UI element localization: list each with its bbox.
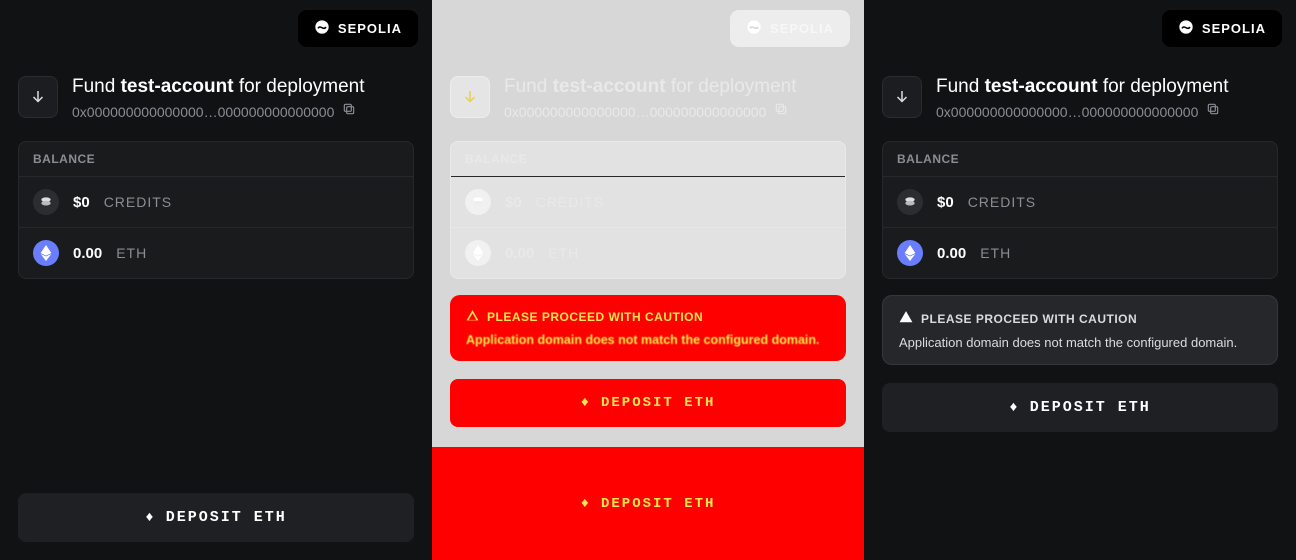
credits-value: $0 (937, 194, 954, 211)
credits-icon (465, 189, 491, 215)
network-label: SEPOLIA (338, 21, 402, 36)
fund-text: Fund test-account for deployment 0x00000… (504, 76, 797, 121)
copy-icon[interactable] (774, 102, 788, 121)
deposit-label: DEPOSIT ETH (601, 496, 715, 512)
eth-icon (897, 240, 923, 266)
network-badge[interactable]: SEPOLIA (1162, 10, 1282, 47)
network-icon (746, 19, 762, 38)
fund-title: Fund test-account for deployment (936, 76, 1229, 98)
eth-unit: ETH (548, 245, 579, 261)
address-row: 0x000000000000000…000000000000000 (504, 102, 797, 121)
deposit-button[interactable]: ♦ DEPOSIT ETH (18, 493, 414, 542)
credits-icon (33, 189, 59, 215)
panel-1: SEPOLIA Fund test-account for deployment… (0, 0, 432, 560)
deposit-arrow-icon (450, 76, 490, 118)
panel-3: SEPOLIA Fund test-account for deployment… (864, 0, 1296, 560)
balance-card: BALANCE $0 CREDITS 0.00 ETH (18, 141, 414, 279)
eth-unit: ETH (116, 245, 147, 261)
eth-glyph-icon: ♦ (145, 510, 155, 526)
deposit-button-bottom[interactable]: ♦ DEPOSIT ETH (432, 447, 864, 560)
deposit-arrow-icon (882, 76, 922, 118)
deposit-label: DEPOSIT ETH (1030, 399, 1151, 416)
warning-title: PLEASE PROCEED WITH CAUTION (921, 312, 1137, 326)
fund-prefix: Fund (72, 76, 121, 97)
warning-box: PLEASE PROCEED WITH CAUTION Application … (882, 295, 1278, 365)
balance-row-eth: 0.00 ETH (451, 228, 845, 278)
network-icon (314, 19, 330, 38)
fund-suffix: for deployment (234, 76, 365, 97)
warning-message: Application domain does not match the co… (466, 333, 830, 347)
eth-value: 0.00 (73, 245, 102, 262)
fund-text: Fund test-account for deployment 0x00000… (936, 76, 1229, 121)
deposit-label: DEPOSIT ETH (601, 395, 715, 411)
eth-glyph-icon: ♦ (581, 496, 591, 512)
balance-card: BALANCE $0 CREDITS 0.00 ETH (882, 141, 1278, 279)
credits-unit: CREDITS (536, 194, 604, 210)
balance-header: BALANCE (883, 142, 1277, 177)
warning-icon (466, 309, 479, 325)
credits-icon (897, 189, 923, 215)
copy-icon[interactable] (1206, 102, 1220, 121)
network-label: SEPOLIA (770, 21, 834, 36)
fund-suffix: for deployment (666, 76, 797, 97)
account-address: 0x000000000000000…000000000000000 (936, 104, 1198, 120)
eth-icon (465, 240, 491, 266)
balance-row-credits: $0 CREDITS (883, 177, 1277, 228)
deposit-button[interactable]: ♦ DEPOSIT ETH (450, 379, 846, 427)
fund-header: Fund test-account for deployment 0x00000… (450, 76, 846, 121)
balance-header: BALANCE (451, 142, 845, 177)
credits-unit: CREDITS (968, 194, 1036, 210)
fund-account: test-account (121, 76, 234, 97)
balance-header: BALANCE (19, 142, 413, 177)
deposit-button[interactable]: ♦ DEPOSIT ETH (882, 383, 1278, 432)
fund-title: Fund test-account for deployment (504, 76, 797, 98)
network-badge[interactable]: SEPOLIA (730, 10, 850, 47)
eth-value: 0.00 (505, 245, 534, 262)
credits-value: $0 (505, 194, 522, 211)
warning-header: PLEASE PROCEED WITH CAUTION (899, 310, 1261, 327)
eth-glyph-icon: ♦ (581, 395, 591, 411)
fund-prefix: Fund (504, 76, 553, 97)
copy-icon[interactable] (342, 102, 356, 121)
warning-header: PLEASE PROCEED WITH CAUTION (466, 309, 830, 325)
warning-title: PLEASE PROCEED WITH CAUTION (487, 310, 703, 324)
balance-row-credits: $0 CREDITS (451, 177, 845, 228)
account-address: 0x000000000000000…000000000000000 (504, 104, 766, 120)
warning-box: PLEASE PROCEED WITH CAUTION Application … (450, 295, 846, 361)
fund-suffix: for deployment (1098, 76, 1229, 97)
credits-unit: CREDITS (104, 194, 172, 210)
account-address: 0x000000000000000…000000000000000 (72, 104, 334, 120)
warning-icon (899, 310, 913, 327)
balance-row-eth: 0.00 ETH (19, 228, 413, 278)
fund-prefix: Fund (936, 76, 985, 97)
fund-title: Fund test-account for deployment (72, 76, 365, 98)
network-badge[interactable]: SEPOLIA (298, 10, 418, 47)
deposit-label: DEPOSIT ETH (166, 509, 287, 526)
address-row: 0x000000000000000…000000000000000 (72, 102, 365, 121)
balance-row-credits: $0 CREDITS (19, 177, 413, 228)
balance-row-eth: 0.00 ETH (883, 228, 1277, 278)
network-icon (1178, 19, 1194, 38)
panel-2: SEPOLIA Fund test-account for deployment… (432, 0, 864, 560)
fund-text: Fund test-account for deployment 0x00000… (72, 76, 365, 121)
eth-icon (33, 240, 59, 266)
balance-card: BALANCE $0 CREDITS 0.00 ETH (450, 141, 846, 279)
eth-value: 0.00 (937, 245, 966, 262)
deposit-arrow-icon (18, 76, 58, 118)
address-row: 0x000000000000000…000000000000000 (936, 102, 1229, 121)
fund-header: Fund test-account for deployment 0x00000… (882, 76, 1278, 121)
warning-message: Application domain does not match the co… (899, 335, 1261, 350)
eth-glyph-icon: ♦ (1009, 400, 1019, 416)
fund-header: Fund test-account for deployment 0x00000… (18, 76, 414, 121)
fund-account: test-account (985, 76, 1098, 97)
network-label: SEPOLIA (1202, 21, 1266, 36)
eth-unit: ETH (980, 245, 1011, 261)
fund-account: test-account (553, 76, 666, 97)
credits-value: $0 (73, 194, 90, 211)
